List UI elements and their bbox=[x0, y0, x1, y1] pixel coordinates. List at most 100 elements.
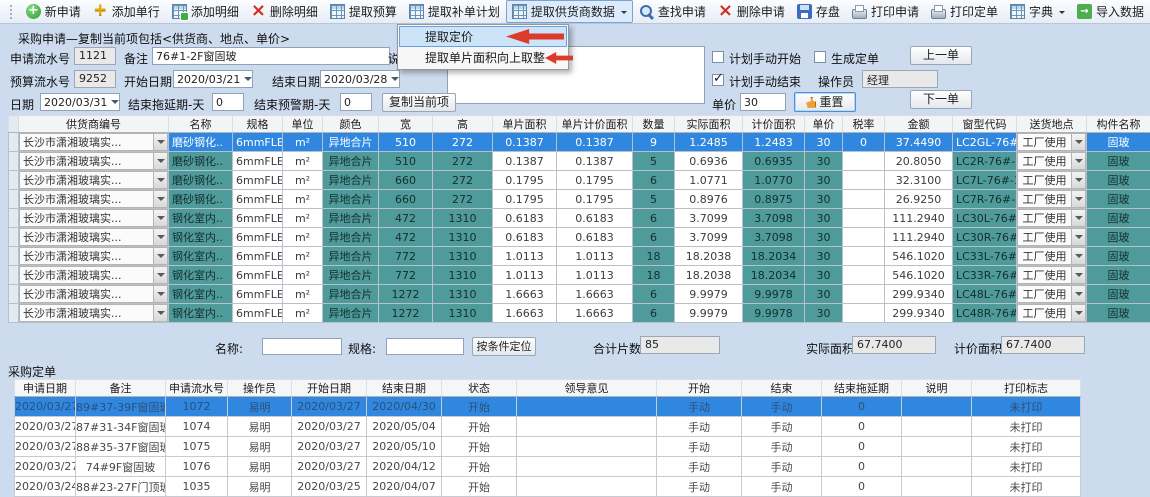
cell-spec[interactable]: 6mmFLE... bbox=[233, 171, 283, 190]
cell-tax-rate[interactable] bbox=[843, 266, 885, 285]
chevron-down-icon[interactable] bbox=[390, 71, 399, 87]
cell-end-date[interactable]: 2020/05/04 bbox=[367, 417, 442, 437]
chevron-down-icon[interactable] bbox=[153, 229, 167, 245]
cell-unit[interactable]: m² bbox=[283, 209, 323, 228]
cell-piece-priced-area[interactable]: 0.1387 bbox=[557, 133, 633, 152]
supplier-combo[interactable]: 长沙市潇湘玻璃实... bbox=[19, 285, 169, 304]
cell-actual-area[interactable]: 18.2038 bbox=[675, 266, 743, 285]
cell-spec[interactable]: 6mmFLE... bbox=[233, 285, 283, 304]
cell-amount[interactable]: 20.8050 bbox=[885, 152, 953, 171]
cell-print-flag[interactable]: 未打印 bbox=[972, 477, 1081, 497]
cell-color[interactable]: 异地合片 bbox=[323, 285, 379, 304]
supplier-combo[interactable]: 长沙市潇湘玻璃实... bbox=[19, 228, 169, 247]
cell-status[interactable]: 开始 bbox=[442, 397, 517, 417]
cell-unit[interactable]: m² bbox=[283, 190, 323, 209]
cell-leader-opinion[interactable] bbox=[517, 477, 657, 497]
cell-component-name[interactable]: 固玻 bbox=[1087, 133, 1150, 152]
chevron-down-icon[interactable] bbox=[1071, 210, 1085, 226]
cell-unit[interactable]: m² bbox=[283, 285, 323, 304]
cell-height[interactable]: 272 bbox=[433, 190, 493, 209]
cell-window-code[interactable]: LC33R-76#... bbox=[953, 266, 1017, 285]
cell-name[interactable]: 磨砂钢化.. bbox=[169, 171, 233, 190]
cell-component-name[interactable]: 固玻 bbox=[1087, 190, 1150, 209]
cell-unit[interactable]: m² bbox=[283, 228, 323, 247]
end-warning-input[interactable] bbox=[340, 93, 372, 111]
delivery-location-combo[interactable]: 工厂使用 bbox=[1017, 190, 1087, 209]
cell-amount[interactable]: 32.3100 bbox=[885, 171, 953, 190]
orders-column-header[interactable]: 结束 bbox=[742, 380, 822, 397]
cell-piece-priced-area[interactable]: 1.0113 bbox=[557, 266, 633, 285]
detail-column-header[interactable]: 窗型代码 bbox=[953, 116, 1017, 133]
delivery-location-combo[interactable]: 工厂使用 bbox=[1017, 247, 1087, 266]
plan-manual-end-checkbox[interactable] bbox=[712, 74, 724, 86]
cell-print-flag[interactable]: 未打印 bbox=[972, 417, 1081, 437]
orders-table-row[interactable]: 2020/03/27 88#35-37F窗固玻 1075 易明 2020/03/… bbox=[15, 437, 1081, 457]
orders-table-row[interactable]: 2020/03/24 88#23-27F门顶玻 1035 易明 2020/03/… bbox=[15, 477, 1081, 497]
cell-color[interactable]: 异地合片 bbox=[323, 190, 379, 209]
cell-note[interactable] bbox=[902, 417, 972, 437]
detail-table-row[interactable]: 长沙市潇湘玻璃实... 磨砂钢化.. 6mmFLE... m² 异地合片 510… bbox=[9, 152, 1150, 171]
toolbar-item[interactable]: 导入数据 bbox=[1071, 0, 1150, 23]
cell-unit-price[interactable]: 30 bbox=[805, 171, 843, 190]
cell-unit[interactable]: m² bbox=[283, 152, 323, 171]
cell-end-delay[interactable]: 0 bbox=[822, 457, 902, 477]
cell-apply-date[interactable]: 2020/03/24 bbox=[15, 477, 76, 497]
cell-status[interactable]: 开始 bbox=[442, 477, 517, 497]
cell-serial[interactable]: 1075 bbox=[166, 437, 228, 457]
cell-width[interactable]: 510 bbox=[379, 152, 433, 171]
cell-window-code[interactable]: LC2R-76#-1F bbox=[953, 152, 1017, 171]
cell-status[interactable]: 开始 bbox=[442, 457, 517, 477]
cell-apply-date[interactable]: 2020/03/27 bbox=[15, 417, 76, 437]
cell-start-mode[interactable]: 手动 bbox=[657, 457, 742, 477]
orders-column-header[interactable]: 说明 bbox=[902, 380, 972, 397]
orders-column-header[interactable]: 开始 bbox=[657, 380, 742, 397]
cell-tax-rate[interactable] bbox=[843, 228, 885, 247]
cell-height[interactable]: 1310 bbox=[433, 228, 493, 247]
orders-column-header[interactable]: 备注 bbox=[76, 380, 166, 397]
delivery-location-combo[interactable]: 工厂使用 bbox=[1017, 133, 1087, 152]
cell-name[interactable]: 磨砂钢化.. bbox=[169, 190, 233, 209]
orders-table-row[interactable]: 2020/03/27 74#9F窗固玻 1076 易明 2020/03/27 2… bbox=[15, 457, 1081, 477]
cell-color[interactable]: 异地合片 bbox=[323, 247, 379, 266]
detail-table-row[interactable]: 长沙市潇湘玻璃实... 钢化室内.. 6mmFLE... m² 异地合片 772… bbox=[9, 247, 1150, 266]
supplier-combo[interactable]: 长沙市潇湘玻璃实... bbox=[19, 133, 169, 152]
cell-serial[interactable]: 1076 bbox=[166, 457, 228, 477]
cell-name[interactable]: 钢化室内.. bbox=[169, 266, 233, 285]
toolbar-item[interactable]: 添加单行 bbox=[87, 0, 166, 23]
prev-order-button[interactable]: 上一单 bbox=[910, 46, 972, 65]
chevron-down-icon[interactable] bbox=[153, 286, 167, 302]
cell-width[interactable]: 772 bbox=[379, 247, 433, 266]
cell-start-date[interactable]: 2020/03/27 bbox=[292, 437, 367, 457]
chevron-down-icon[interactable] bbox=[153, 191, 167, 207]
detail-table-row[interactable]: 长沙市潇湘玻璃实... 钢化室内.. 6mmFLE... m² 异地合片 127… bbox=[9, 304, 1150, 323]
cell-serial[interactable]: 1074 bbox=[166, 417, 228, 437]
cell-component-name[interactable]: 固玻 bbox=[1087, 171, 1150, 190]
cell-end-mode[interactable]: 手动 bbox=[742, 477, 822, 497]
cell-window-code[interactable]: LC48L-76#... bbox=[953, 285, 1017, 304]
cell-print-flag[interactable]: 未打印 bbox=[972, 437, 1081, 457]
chevron-down-icon[interactable] bbox=[1071, 229, 1085, 245]
cell-amount[interactable]: 546.1020 bbox=[885, 266, 953, 285]
spec-filter-input[interactable] bbox=[386, 338, 464, 355]
cell-serial[interactable]: 1035 bbox=[166, 477, 228, 497]
orders-column-header[interactable]: 状态 bbox=[442, 380, 517, 397]
cell-quantity[interactable]: 5 bbox=[633, 152, 675, 171]
cell-remark[interactable]: 88#23-27F门顶玻 bbox=[76, 477, 166, 497]
start-date-select[interactable]: 2020/03/21 bbox=[173, 70, 253, 88]
cell-height[interactable]: 1310 bbox=[433, 266, 493, 285]
delivery-location-combo[interactable]: 工厂使用 bbox=[1017, 228, 1087, 247]
cell-priced-area[interactable]: 9.9978 bbox=[743, 304, 805, 323]
detail-column-header[interactable]: 构件名称 bbox=[1087, 116, 1150, 133]
next-order-button[interactable]: 下一单 bbox=[910, 90, 972, 109]
toolbar-item[interactable]: 提取补单计划 bbox=[403, 0, 506, 23]
cell-start-mode[interactable]: 手动 bbox=[657, 397, 742, 417]
cell-quantity[interactable]: 6 bbox=[633, 304, 675, 323]
cell-serial[interactable]: 1072 bbox=[166, 397, 228, 417]
cell-amount[interactable]: 299.9340 bbox=[885, 285, 953, 304]
chevron-down-icon[interactable] bbox=[243, 71, 252, 87]
chevron-down-icon[interactable] bbox=[1071, 134, 1085, 150]
cell-end-date[interactable]: 2020/04/07 bbox=[367, 477, 442, 497]
supplier-combo[interactable]: 长沙市潇湘玻璃实... bbox=[19, 190, 169, 209]
cell-piece-area[interactable]: 0.1387 bbox=[493, 152, 557, 171]
toolbar-item[interactable]: 删除申请 bbox=[712, 0, 791, 23]
